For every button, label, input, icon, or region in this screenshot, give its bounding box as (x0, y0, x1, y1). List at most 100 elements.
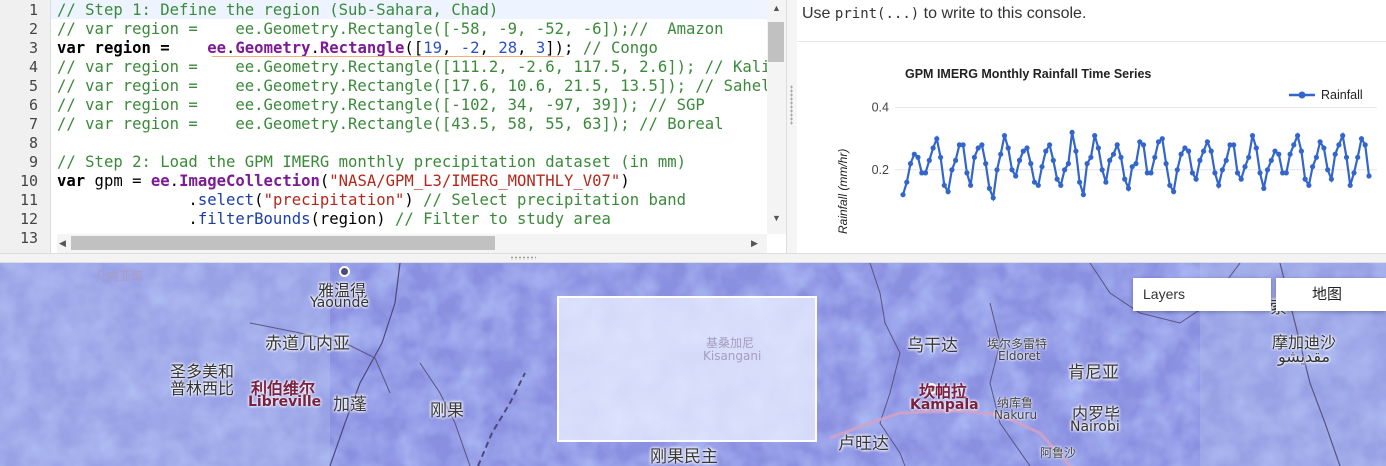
data-point[interactable] (1268, 157, 1274, 163)
data-point[interactable] (1264, 167, 1271, 173)
data-point[interactable] (926, 157, 932, 163)
data-point[interactable] (1197, 157, 1203, 163)
data-point[interactable] (1306, 182, 1312, 188)
data-point[interactable] (1291, 142, 1297, 148)
chart-legend[interactable]: Rainfall (1289, 88, 1363, 102)
data-point[interactable] (983, 161, 989, 167)
data-point[interactable] (1347, 182, 1353, 188)
data-point[interactable] (1283, 170, 1289, 176)
data-point[interactable] (1321, 145, 1327, 151)
data-point[interactable] (1216, 182, 1222, 188)
data-point[interactable] (941, 182, 947, 188)
editor-horizontal-scrollbar[interactable]: ◀ ▶ (57, 234, 767, 253)
data-point[interactable] (1246, 154, 1252, 160)
data-point[interactable] (1148, 170, 1154, 176)
data-point[interactable] (968, 182, 974, 188)
data-point[interactable] (1219, 167, 1225, 173)
scroll-up-arrow-icon[interactable]: ▲ (772, 3, 781, 13)
data-point[interactable] (1238, 176, 1244, 182)
data-point[interactable] (1047, 142, 1053, 148)
data-point[interactable] (938, 154, 944, 160)
data-point[interactable] (1114, 142, 1120, 148)
data-point[interactable] (1261, 185, 1267, 191)
map-type-button[interactable]: 地图 (1276, 278, 1386, 311)
data-point[interactable] (904, 179, 910, 185)
data-point[interactable] (922, 170, 929, 176)
data-point[interactable] (1118, 154, 1124, 160)
editor-horizontal-scroll-thumb[interactable] (71, 236, 495, 250)
data-point[interactable] (1340, 133, 1346, 139)
data-point[interactable] (1103, 179, 1109, 185)
code-line[interactable]: // var region = ee.Geometry.Rectangle([1… (57, 77, 767, 96)
data-point[interactable] (1058, 182, 1064, 188)
data-point[interactable] (949, 167, 955, 173)
data-point[interactable] (907, 161, 914, 167)
data-point[interactable] (1317, 139, 1323, 145)
data-point[interactable] (1362, 142, 1368, 148)
data-point[interactable] (1242, 164, 1248, 170)
data-point[interactable] (1167, 182, 1173, 188)
data-point[interactable] (1092, 133, 1098, 139)
data-point[interactable] (1050, 157, 1056, 163)
data-point[interactable] (1332, 151, 1338, 157)
data-point[interactable] (1024, 145, 1030, 151)
data-point[interactable] (1276, 151, 1282, 157)
code-line[interactable]: // Step 2: Load the GPM IMERG monthly pr… (57, 153, 686, 172)
data-point[interactable] (1107, 157, 1113, 163)
data-point[interactable] (1328, 176, 1334, 182)
data-point[interactable] (1249, 133, 1256, 139)
data-point[interactable] (1189, 170, 1195, 176)
data-point[interactable] (1257, 170, 1263, 176)
data-point[interactable] (1152, 154, 1158, 160)
data-point[interactable] (1077, 179, 1083, 185)
code-line[interactable]: // Step 1: Define the region (Sub-Sahara… (57, 1, 498, 20)
data-point[interactable] (1302, 176, 1308, 182)
data-point[interactable] (953, 157, 959, 163)
data-point[interactable] (1174, 167, 1180, 173)
data-point[interactable] (964, 170, 970, 176)
data-point[interactable] (1080, 192, 1086, 198)
data-point[interactable] (1054, 176, 1060, 182)
code-line[interactable]: .filterBounds(region) // Filter to study… (57, 210, 611, 229)
data-point[interactable] (1035, 182, 1041, 188)
data-point[interactable] (1358, 136, 1365, 142)
data-point[interactable] (1016, 157, 1023, 163)
data-point[interactable] (1013, 173, 1019, 179)
data-point[interactable] (1001, 133, 1008, 139)
scroll-left-arrow-icon[interactable]: ◀ (59, 238, 66, 249)
data-point[interactable] (1208, 148, 1214, 154)
code-area[interactable]: // Step 1: Define the region (Sub-Sahara… (57, 0, 767, 234)
data-point[interactable] (1095, 145, 1101, 151)
data-point[interactable] (1234, 170, 1241, 176)
data-point[interactable] (1065, 161, 1071, 167)
data-point[interactable] (930, 145, 936, 151)
data-point[interactable] (1099, 167, 1105, 173)
data-point[interactable] (1159, 136, 1165, 142)
data-point[interactable] (1287, 151, 1293, 157)
data-point[interactable] (1223, 157, 1229, 163)
code-line[interactable]: .select("precipitation") // Select preci… (57, 191, 686, 210)
editor-vertical-scroll-thumb[interactable] (768, 22, 784, 62)
data-point[interactable] (915, 154, 921, 160)
data-point[interactable] (1069, 129, 1075, 135)
code-line[interactable]: // var region = ee.Geometry.Rectangle([4… (57, 115, 724, 134)
rainfall-chart[interactable]: GPM IMERG Monthly Rainfall Time Series R… (797, 42, 1386, 253)
data-point[interactable] (1073, 148, 1079, 154)
data-point[interactable] (1343, 154, 1350, 160)
chart-series-rainfall[interactable] (900, 129, 1372, 203)
data-point[interactable] (1009, 167, 1015, 173)
code-line[interactable]: var gpm = ee.ImageCollection("NASA/GPM_L… (57, 172, 630, 191)
data-point[interactable] (1028, 161, 1034, 167)
map-view[interactable]: 几内亚湾 雅温得 Yaoundé 赤道几内亚 圣多美和 普林西比 利伯维尔 Li… (0, 263, 1386, 466)
data-point[interactable] (994, 167, 1000, 173)
scroll-down-arrow-icon[interactable]: ▼ (772, 213, 781, 223)
code-line[interactable]: // var region = ee.Geometry.Rectangle([1… (57, 58, 767, 77)
data-point[interactable] (1039, 164, 1045, 170)
data-point[interactable] (1084, 161, 1090, 167)
data-point[interactable] (1204, 139, 1210, 145)
data-point[interactable] (1212, 170, 1218, 176)
data-point[interactable] (1043, 148, 1049, 154)
data-point[interactable] (1298, 148, 1304, 154)
code-line[interactable]: // var region = ee.Geometry.Rectangle([-… (57, 96, 705, 115)
data-point[interactable] (1366, 173, 1372, 179)
